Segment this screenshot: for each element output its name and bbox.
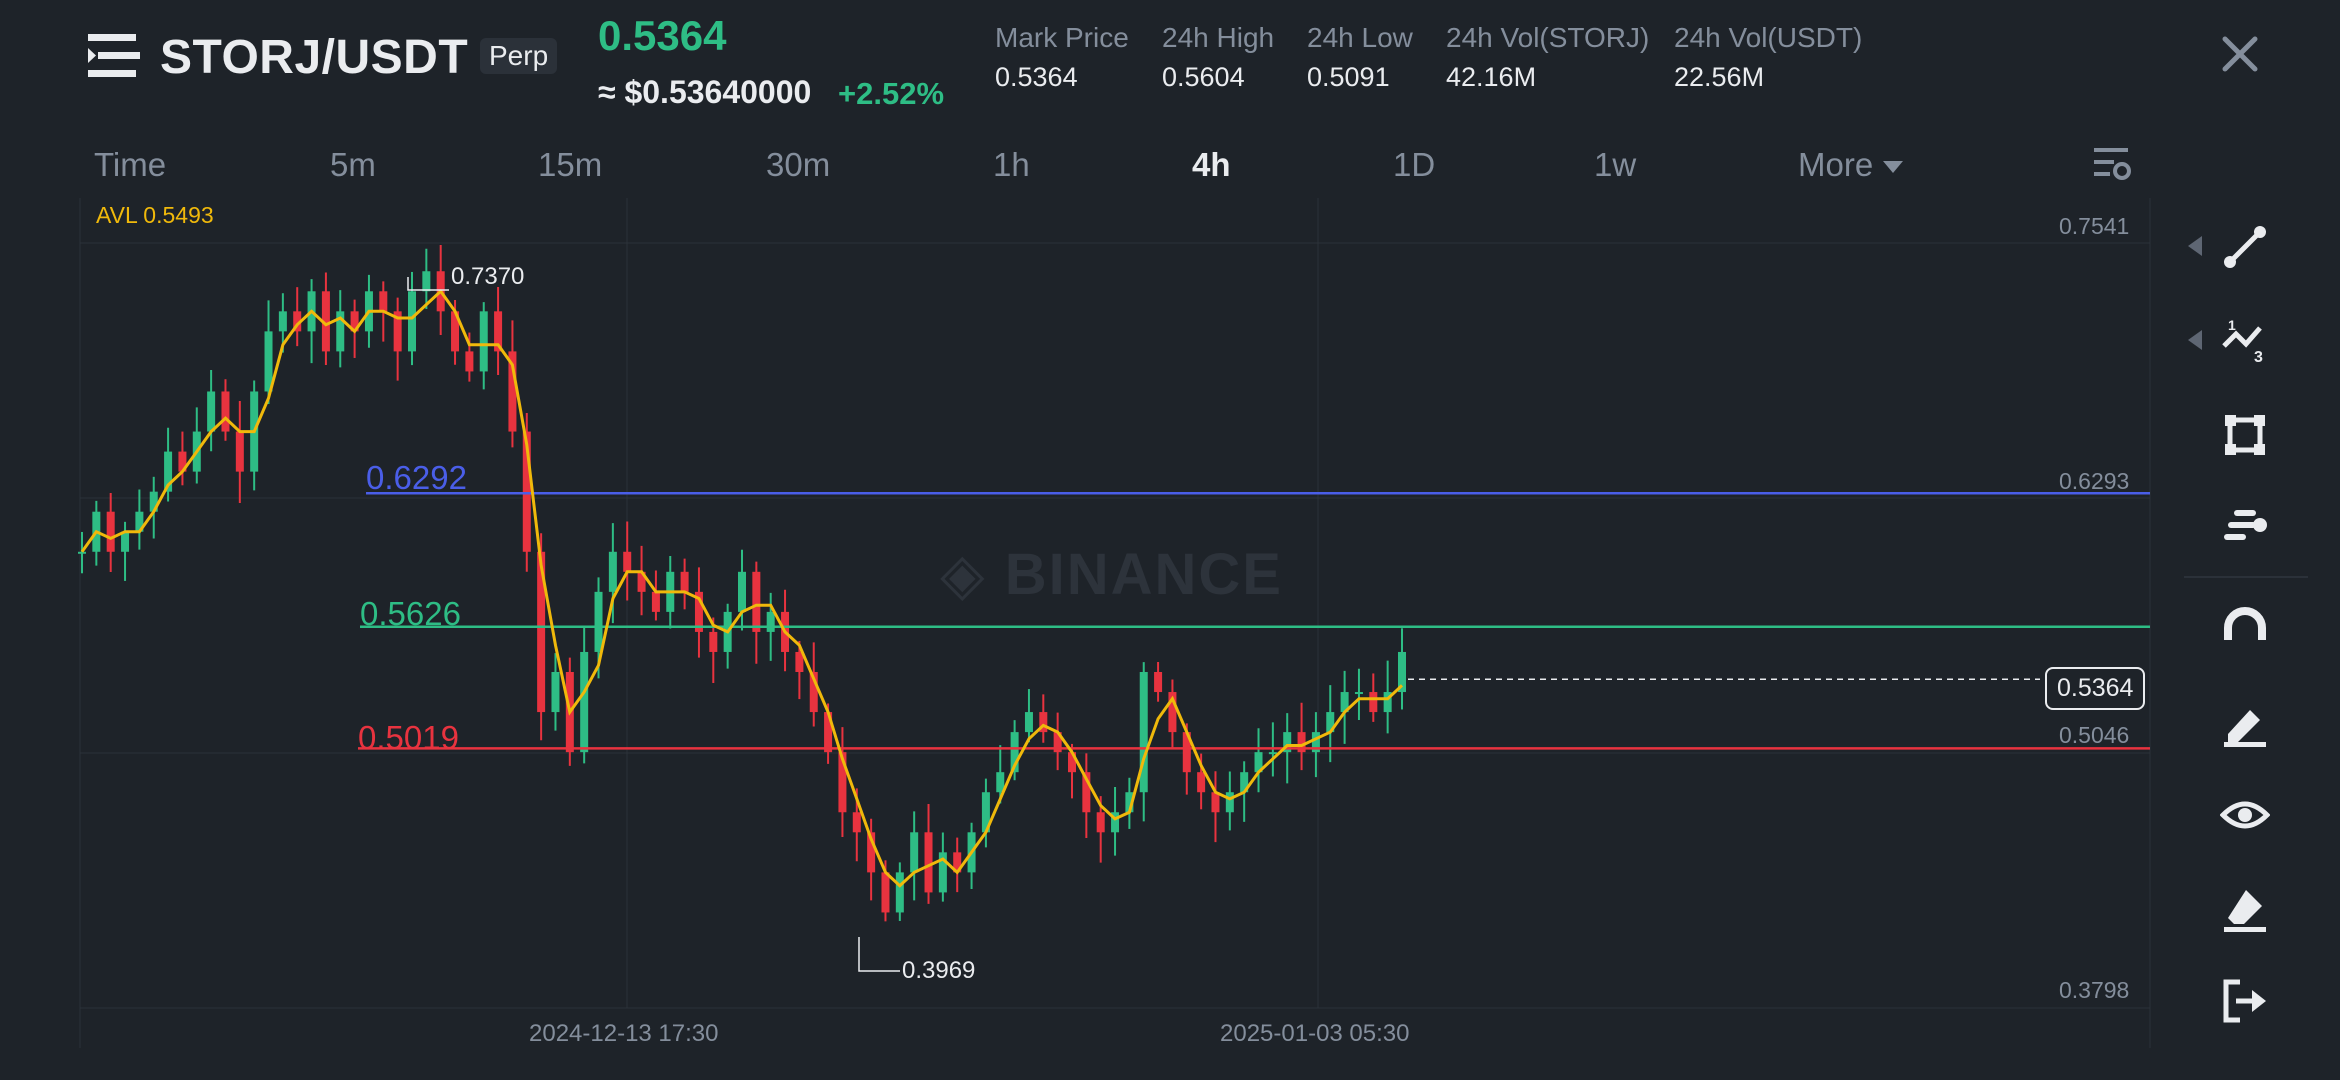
text-tool-icon[interactable]	[2220, 502, 2270, 552]
candle-body	[1369, 692, 1378, 713]
candle-body	[207, 391, 216, 432]
candle-body	[1197, 772, 1206, 793]
candle-body	[623, 551, 632, 572]
shape-tool-icon[interactable]	[2220, 410, 2270, 460]
candle-body	[1024, 712, 1033, 733]
candle-body	[738, 571, 746, 612]
candle-body	[594, 591, 603, 652]
time-axis-label-1: 2024-12-13 17:30	[529, 1020, 719, 1047]
exit-icon[interactable]	[2220, 976, 2270, 1026]
candle-body	[895, 872, 904, 913]
candle-body	[121, 531, 130, 552]
fibonacci-tool-icon[interactable]: 1 3	[2220, 316, 2270, 366]
candle-body	[408, 291, 416, 352]
toolbar-divider	[2184, 576, 2308, 578]
candle-body	[551, 672, 560, 713]
candle-body	[1225, 792, 1234, 813]
candle-body	[106, 511, 115, 552]
candle-body	[221, 391, 230, 432]
eraser-icon[interactable]	[2220, 884, 2270, 934]
candle-body	[422, 271, 431, 292]
right-axis-label-1: 0.7541	[2059, 213, 2130, 239]
candle-body	[1268, 752, 1277, 755]
expand-arrow-icon[interactable]	[2188, 236, 2202, 256]
high-price-label: 0.7370	[451, 263, 525, 290]
watermark-text: BINANCE	[1004, 542, 1283, 607]
candle-body	[651, 591, 660, 612]
level-label-green[interactable]: 0.5626	[360, 595, 461, 633]
right-axis-label-2: 0.6293	[2059, 468, 2130, 494]
candle-body	[709, 631, 718, 652]
candle-body	[465, 351, 474, 372]
candle-body	[924, 832, 933, 893]
low-marker-line	[858, 937, 900, 972]
svg-text:3: 3	[2254, 349, 2263, 366]
candle-body	[235, 431, 244, 472]
low-price-label: 0.3969	[902, 957, 976, 984]
expand-arrow-icon[interactable]	[2188, 330, 2202, 350]
candle-body	[608, 551, 617, 592]
candle-body	[1096, 812, 1105, 833]
right-axis-label-4: 0.3798	[2059, 977, 2130, 1003]
level-label-blue[interactable]: 0.6292	[366, 459, 467, 497]
svg-text:1: 1	[2228, 317, 2236, 333]
binance-watermark-logo: ◈ BINANCE	[940, 542, 1283, 607]
level-label-red[interactable]: 0.5019	[358, 719, 459, 757]
right-axis-label-3: 0.5046	[2059, 722, 2130, 748]
candle-body	[1211, 792, 1220, 813]
candle-body	[752, 571, 761, 632]
candle-body	[580, 651, 589, 753]
candle-body	[766, 611, 775, 632]
line-tool-icon[interactable]	[2220, 222, 2270, 272]
avl-label: AVL 0.5493	[96, 202, 214, 228]
brush-icon[interactable]	[2220, 698, 2270, 748]
current-price-tag: 0.5364	[2045, 667, 2146, 710]
candle-body	[881, 872, 890, 913]
candle-body	[479, 311, 488, 372]
candle-body	[78, 551, 86, 554]
candle-body	[278, 311, 287, 332]
eye-icon[interactable]	[2220, 790, 2270, 840]
time-axis-label-2: 2025-01-03 05:30	[1220, 1020, 1410, 1047]
magnet-icon[interactable]	[2220, 604, 2270, 654]
candle-body	[1154, 672, 1163, 693]
candle-body	[680, 571, 689, 592]
candle-body	[910, 832, 919, 873]
candle-body	[379, 291, 388, 312]
candle-body	[1354, 692, 1363, 695]
candle-body	[852, 812, 861, 833]
